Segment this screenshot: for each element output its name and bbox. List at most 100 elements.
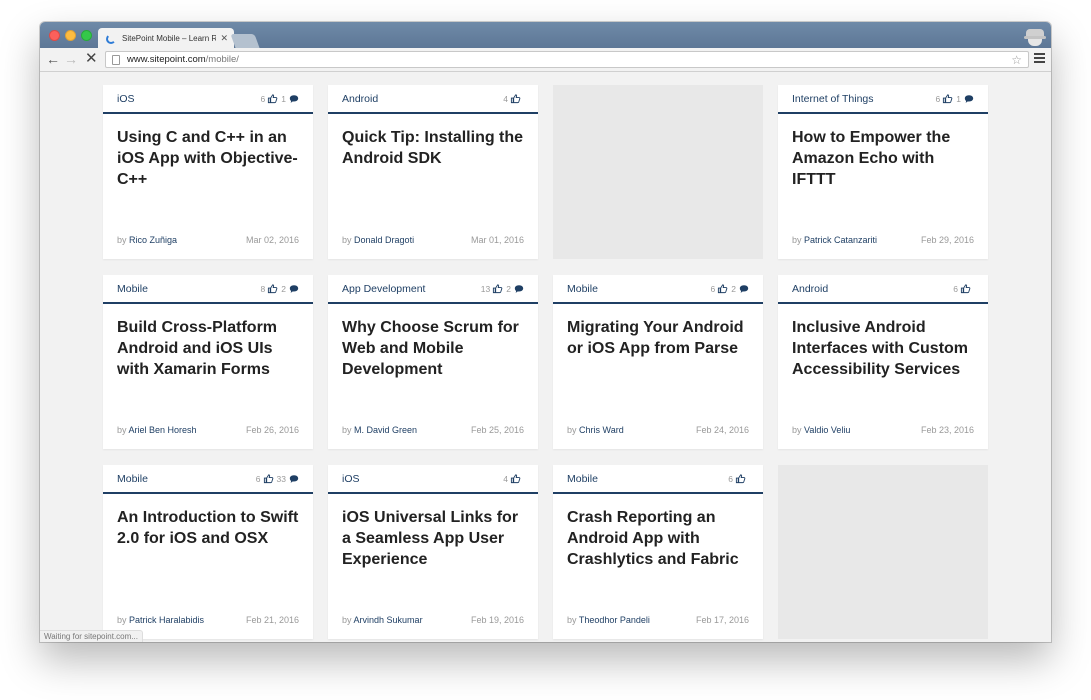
by-label: by: [792, 425, 802, 435]
author-link[interactable]: Chris Ward: [579, 425, 624, 435]
author-link[interactable]: Ariel Ben Horesh: [129, 425, 197, 435]
author-link[interactable]: Patrick Catanzariti: [804, 235, 877, 245]
card-stats: 6: [728, 473, 749, 484]
card-stats: 6 33: [256, 473, 299, 484]
minimize-window-button[interactable]: [65, 30, 76, 41]
category-link[interactable]: Android: [342, 93, 378, 105]
close-window-button[interactable]: [49, 30, 60, 41]
article-card[interactable]: Android 4 Quick Tip: Installing the Androi…: [328, 85, 538, 259]
like-count: 6: [953, 283, 958, 294]
category-link[interactable]: iOS: [342, 473, 360, 485]
card-header: iOS 6 1: [103, 85, 313, 114]
author-link[interactable]: Arvindh Sukumar: [354, 615, 423, 625]
card-stats: 6: [953, 283, 974, 294]
new-tab-button[interactable]: [230, 34, 260, 48]
article-title-link[interactable]: Quick Tip: Installing the Android SDK: [342, 127, 526, 169]
byline: by Patrick Catanzariti: [792, 235, 877, 245]
article-card[interactable]: Mobile 6 Crash Reporting an Android App wi…: [553, 465, 763, 639]
page-icon: [112, 54, 120, 65]
author-link[interactable]: Valdio Veliu: [804, 425, 850, 435]
card-header: Mobile 8 2: [103, 275, 313, 304]
thumbs-up-icon: [960, 284, 971, 294]
card-stats: 4: [503, 93, 524, 104]
ad-placeholder: [778, 465, 988, 639]
url-host: www.sitepoint.com: [127, 54, 206, 65]
forward-arrow-icon[interactable]: →: [64, 51, 78, 67]
article-card[interactable]: iOS 6 1 Using C and C++ in an iOS App with …: [103, 85, 313, 259]
category-link[interactable]: Mobile: [117, 473, 148, 485]
close-tab-icon[interactable]: ✕: [220, 33, 228, 44]
author-link[interactable]: M. David Green: [354, 425, 417, 435]
card-header: Android 4: [328, 85, 538, 114]
hamburger-menu-icon[interactable]: [1034, 53, 1045, 65]
publish-date: Mar 01, 2016: [470, 235, 524, 245]
article-title-link[interactable]: How to Empower the Amazon Echo with IFTT…: [792, 127, 976, 190]
card-stats: 4: [503, 473, 524, 484]
card-footer: by Donald Dragoti Mar 01, 2016: [342, 235, 524, 245]
bookmark-star-icon[interactable]: ☆: [1011, 53, 1022, 67]
author-link[interactable]: Theodhor Pandeli: [579, 615, 650, 625]
article-card[interactable]: Mobile 8 2 Build Cross-Platform Android and…: [103, 275, 313, 449]
by-label: by: [117, 235, 127, 245]
like-count: 6: [728, 473, 733, 484]
article-card[interactable]: App Development 13 2 Why Choose Scrum for W…: [328, 275, 538, 449]
comment-icon: [739, 284, 749, 293]
article-title-link[interactable]: An Introduction to Swift 2.0 for iOS and…: [117, 507, 301, 549]
author-link[interactable]: Rico Zuñiga: [129, 235, 177, 245]
address-bar[interactable]: www.sitepoint.com/mobile/ ☆: [105, 51, 1029, 68]
stop-loading-icon[interactable]: ✕: [85, 51, 98, 67]
url-text[interactable]: www.sitepoint.com/mobile/: [127, 54, 1011, 65]
article-card[interactable]: iOS 4 iOS Universal Links for a Seamless A…: [328, 465, 538, 639]
category-link[interactable]: iOS: [117, 93, 135, 105]
comment-icon: [289, 284, 299, 293]
like-count: 13: [480, 283, 491, 294]
by-label: by: [342, 615, 352, 625]
thumbs-up-icon: [735, 474, 746, 484]
publish-date: Feb 26, 2016: [245, 425, 299, 435]
card-stats: 61: [936, 93, 974, 104]
byline: by Valdio Veliu: [792, 425, 850, 435]
tab-sitepoint-mobile[interactable]: SitePoint Mobile – Learn Re ✕: [98, 28, 234, 49]
by-label: by: [792, 235, 802, 245]
article-title-link[interactable]: Crash Reporting an Android App with Cras…: [567, 507, 751, 570]
author-link[interactable]: Patrick Haralabidis: [129, 615, 204, 625]
byline: by M. David Green: [342, 425, 417, 435]
article-title-link[interactable]: Using C and C++ in an iOS App with Objec…: [117, 127, 301, 190]
like-count: 6: [935, 93, 941, 104]
by-label: by: [342, 425, 352, 435]
category-link[interactable]: Android: [792, 283, 828, 295]
by-label: by: [567, 615, 577, 625]
article-card[interactable]: Mobile 6 33 An Introduction to Swift 2.0 fo…: [103, 465, 313, 639]
url-path: /mobile/: [205, 54, 239, 65]
category-link[interactable]: Mobile: [117, 283, 148, 295]
card-footer: by Ariel Ben Horesh Feb 26, 2016: [117, 425, 299, 435]
category-link[interactable]: App Development: [342, 283, 425, 295]
article-card[interactable]: Mobile 6 2 Migrating Your Android or iOS Ap…: [553, 275, 763, 449]
browser-window: SitePoint Mobile – Learn Re ✕ ← → ✕ www.…: [40, 22, 1051, 642]
category-link[interactable]: Mobile: [567, 283, 598, 295]
article-title-link[interactable]: Inclusive Android Interfaces with Custom…: [792, 317, 976, 380]
byline: by Ariel Ben Horesh: [117, 425, 197, 435]
card-header: Mobile 6 2: [553, 275, 763, 304]
card-footer: by Rico Zuñiga Mar 02, 2016: [117, 235, 299, 245]
category-link[interactable]: Mobile: [567, 473, 598, 485]
zoom-window-button[interactable]: [81, 30, 92, 41]
article-title-link[interactable]: Build Cross-Platform Android and iOS UIs…: [117, 317, 301, 380]
article-card[interactable]: Android 6 Inclusive Android Interfaces wit…: [778, 275, 988, 449]
article-title-link[interactable]: Why Choose Scrum for Web and Mobile Deve…: [342, 317, 526, 380]
like-count: 6: [260, 93, 266, 104]
publish-date: Feb 17, 2016: [695, 615, 749, 625]
article-card[interactable]: Internet of Things 6 1 How to Empower the A…: [778, 85, 988, 259]
category-link[interactable]: Internet of Things: [792, 93, 874, 105]
article-title-link[interactable]: iOS Universal Links for a Seamless App U…: [342, 507, 526, 570]
incognito-icon[interactable]: [1023, 24, 1047, 46]
author-link[interactable]: Donald Dragoti: [354, 235, 414, 245]
byline: by Patrick Haralabidis: [117, 615, 204, 625]
by-label: by: [342, 235, 352, 245]
article-title-link[interactable]: Migrating Your Android or iOS App from P…: [567, 317, 751, 359]
comment-count: 1: [956, 93, 961, 104]
card-footer: by Theodhor Pandeli Feb 17, 2016: [567, 615, 749, 625]
by-label: by: [117, 425, 127, 435]
like-count: 6: [255, 473, 261, 484]
back-arrow-icon[interactable]: ←: [46, 51, 60, 67]
